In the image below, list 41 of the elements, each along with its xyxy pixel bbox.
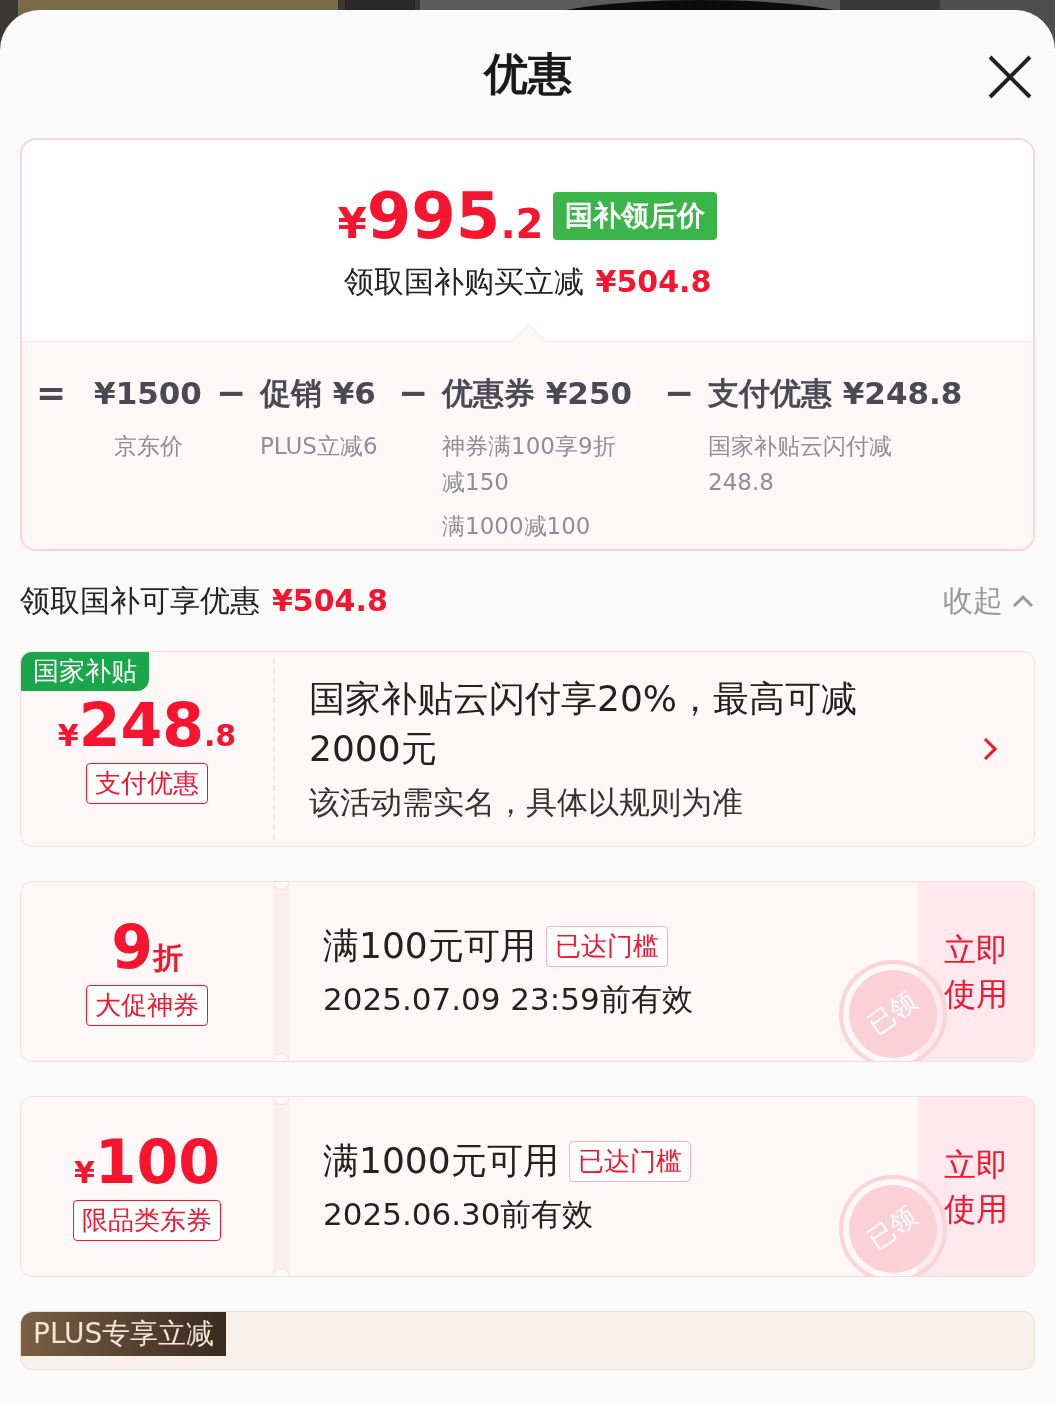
- breakdown-note: PLUS立减6: [260, 432, 379, 462]
- operator-sign: =: [36, 371, 68, 416]
- category-label: 大促神券: [86, 985, 208, 1027]
- breakdown-value: ¥1500: [94, 374, 202, 414]
- breakdown-value: 促销 ¥6: [260, 374, 377, 414]
- sheet-title: 优惠: [483, 46, 572, 101]
- operator-sign: −: [664, 371, 696, 416]
- category-label: 限品类东券: [73, 1200, 221, 1242]
- coupon-condition: 满100元可用: [323, 924, 536, 969]
- section-amount: ¥504.8: [272, 582, 388, 618]
- operator-sign: −: [398, 371, 430, 416]
- discount-caption: 领取国补购买立减: [343, 264, 584, 300]
- threshold-tag: 已达门槛: [568, 1141, 691, 1183]
- plus-tag: PLUS专享立减: [21, 1312, 227, 1357]
- use-now-button[interactable]: 立即使用: [918, 882, 1034, 1062]
- category-label: 支付优惠: [86, 762, 208, 804]
- value-amount: ¥100: [73, 1132, 221, 1193]
- subsidy-tag: 国家补贴: [21, 652, 149, 692]
- validity-text: 2025.06.30前有效: [323, 1195, 594, 1235]
- breakdown-value: 支付优惠 ¥248.8: [708, 374, 964, 414]
- breakdown-note: 满1000减100: [442, 512, 592, 542]
- validity-text: 2025.07.09 23:59前有效: [323, 980, 693, 1020]
- section-title: 领取国补可享优惠: [20, 582, 260, 618]
- value-amount: ¥248.8: [57, 694, 237, 755]
- subsidy-card[interactable]: ¥248.8 支付优惠 国家补贴云闪付享20%，最高可减2000元 该活动需实名，具体以规则为准 国家补贴: [20, 651, 1035, 848]
- operator-sign: −: [216, 371, 248, 416]
- value-amount: 9折: [111, 917, 183, 978]
- breakdown-value: 优惠券 ¥250: [442, 374, 634, 414]
- collapse-toggle[interactable]: 收起: [943, 580, 1035, 622]
- coupon-condition: 满1000元可用: [323, 1139, 559, 1184]
- offer-note: 该活动需实名，具体以规则为准: [309, 783, 744, 823]
- offer-title: 国家补贴云闪付享20%，最高可减2000元: [309, 677, 858, 772]
- final-price: ¥995.2: [337, 184, 544, 249]
- close-icon[interactable]: [987, 54, 1033, 100]
- price-badge: 国补领后价: [553, 192, 718, 241]
- use-now-button[interactable]: 立即使用: [918, 1097, 1034, 1277]
- breakdown-note: 京东价: [113, 432, 183, 462]
- threshold-tag: 已达门槛: [545, 926, 668, 968]
- breakdown-note: 神券满100享9折减150: [442, 432, 617, 498]
- discount-amount: ¥504.8: [595, 264, 712, 300]
- breakdown-note: 国家补贴云闪付减248.8: [708, 432, 893, 498]
